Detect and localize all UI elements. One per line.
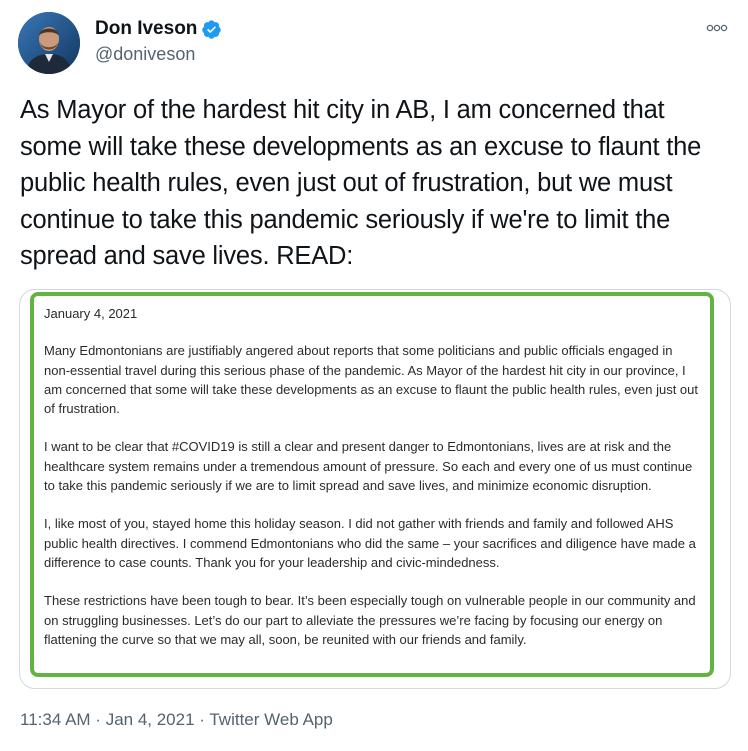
separator-dot: · <box>194 710 210 729</box>
letter-date: January 4, 2021 <box>44 306 138 321</box>
verified-badge-icon <box>201 19 222 40</box>
tweet-metadata: 11:34 AM · Jan 4, 2021 · Twitter Web App <box>20 710 333 730</box>
avatar[interactable] <box>18 12 80 74</box>
handle[interactable]: @doniveson <box>95 44 222 65</box>
author-block: Don Iveson @doniveson <box>95 16 222 65</box>
tweet-date[interactable]: Jan 4, 2021 <box>106 710 195 729</box>
separator-dot: · <box>90 710 106 729</box>
tweet-source[interactable]: Twitter Web App <box>209 710 332 729</box>
tweet-text: As Mayor of the hardest hit city in AB, … <box>20 96 702 270</box>
letter-paragraph: I, like most of you, stayed home this ho… <box>44 516 696 570</box>
letter-paragraph: These restrictions have been tough to be… <box>44 593 696 647</box>
avatar-image <box>18 12 80 74</box>
display-name[interactable]: Don Iveson <box>95 18 197 40</box>
tweet: Don Iveson @doniveson As Mayor of the ha… <box>0 0 748 751</box>
name-row: Don Iveson <box>95 16 222 42</box>
attached-image[interactable]: January 4, 2021 Many Edmontonians are ju… <box>19 289 731 689</box>
tweet-time[interactable]: 11:34 AM <box>20 710 91 729</box>
letter-paragraph: Many Edmontonians are justifiably angere… <box>44 343 698 417</box>
letter-document: January 4, 2021 Many Edmontonians are ju… <box>30 292 714 677</box>
more-dots-icon[interactable] <box>704 18 730 38</box>
letter-paragraph: I want to be clear that #COVID19 is stil… <box>44 439 693 494</box>
